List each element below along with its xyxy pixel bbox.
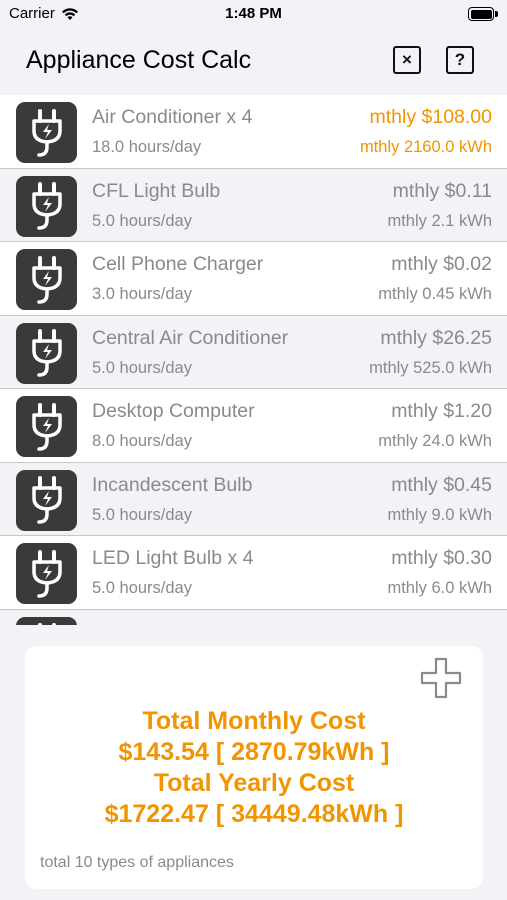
plug-bolt-icon [16,175,77,237]
appliance-hours: 8.0 hours/day [92,432,192,450]
navigation-bar: Appliance Cost Calc × ? [0,28,507,95]
plus-icon[interactable] [419,656,463,700]
appliance-name: Central Air Conditioner [92,326,289,349]
plug-bolt-icon [16,469,77,531]
monthly-total-value: $143.54 [ 2870.79kWh ] [118,738,390,766]
plug-bolt-icon [16,616,77,625]
appliance-monthly-kwh: mthly 2.1 kWh [387,211,492,230]
appliance-hours: 5.0 hours/day [92,579,192,597]
appliance-name: CFL Light Bulb [92,179,221,202]
plug-bolt-icon [16,102,77,163]
appliance-monthly-cost: mthly $1.20 [391,400,492,422]
appliance-monthly-kwh: mthly 6.0 kWh [387,579,492,597]
appliance-name: Desktop Computer [92,400,255,422]
list-item[interactable]: Incandescent Bulb 5.0 hours/day mthly $0… [0,462,507,536]
appliance-name: LED Light Bulb x 4 [92,547,254,569]
status-bar: Carrier 1:48 PM [0,0,507,28]
plug-bolt-icon [16,543,77,604]
appliance-monthly-kwh: mthly 24.0 kWh [378,432,492,450]
list-item[interactable]: Central Air Conditioner 5.0 hours/day mt… [0,315,507,389]
appliance-monthly-cost: mthly $0.11 [392,179,492,202]
list-item[interactable]: Cell Phone Charger 3.0 hours/day mthly $… [0,242,507,316]
yearly-total-value: $1722.47 [ 34449.48kWh ] [104,800,404,828]
appliance-name: Incandescent Bulb [92,473,253,496]
appliance-name: Cell Phone Charger [92,253,264,275]
appliance-hours: 5.0 hours/day [92,505,192,524]
plug-bolt-icon [16,249,77,310]
appliance-monthly-kwh: mthly 525.0 kWh [369,358,492,377]
plug-bolt-icon [16,396,77,457]
list-item[interactable]: LED Light Bulb x 4 5.0 hours/day mthly $… [0,536,507,610]
help-icon: ? [454,50,466,69]
appliance-hours: 3.0 hours/day [92,285,192,303]
list-item[interactable] [0,609,507,625]
close-button[interactable]: × [393,46,421,74]
summary-card: Total Monthly Cost $143.54 [ 2870.79kWh … [25,646,483,889]
appliance-monthly-kwh: mthly 0.45 kWh [378,285,492,303]
appliance-hours: 5.0 hours/day [92,211,192,230]
appliance-hours: 18.0 hours/day [92,138,202,156]
list-item[interactable]: Air Conditioner x 4 18.0 hours/day mthly… [0,95,507,169]
appliance-monthly-cost: mthly $0.30 [391,547,492,569]
appliance-monthly-kwh: mthly 2160.0 kWh [359,138,492,156]
battery-icon [468,7,498,21]
appliance-name: Air Conditioner x 4 [92,106,253,128]
appliance-monthly-cost: mthly $108.00 [369,106,493,128]
appliance-monthly-cost: mthly $0.02 [391,253,492,275]
appliance-hours: 5.0 hours/day [92,358,192,377]
plug-bolt-icon [16,322,77,384]
appliance-monthly-cost: mthly $0.45 [391,473,492,496]
appliance-count: total 10 types of appliances [40,854,234,871]
status-time: 1:48 PM [225,5,282,22]
totals-block: Total Monthly Cost $143.54 [ 2870.79kWh … [25,706,483,830]
appliance-list[interactable]: Air Conditioner x 4 18.0 hours/day mthly… [0,95,507,625]
list-item[interactable]: CFL Light Bulb 5.0 hours/day mthly $0.11… [0,168,507,242]
appliance-monthly-kwh: mthly 9.0 kWh [387,505,492,524]
close-icon: × [402,50,412,69]
appliance-monthly-cost: mthly $26.25 [380,326,492,349]
page-title: Appliance Cost Calc [26,46,252,74]
list-item[interactable]: Desktop Computer 8.0 hours/day mthly $1.… [0,389,507,463]
monthly-total-label: Total Monthly Cost [142,707,366,735]
help-button[interactable]: ? [446,46,474,74]
yearly-total-label: Total Yearly Cost [153,769,355,797]
